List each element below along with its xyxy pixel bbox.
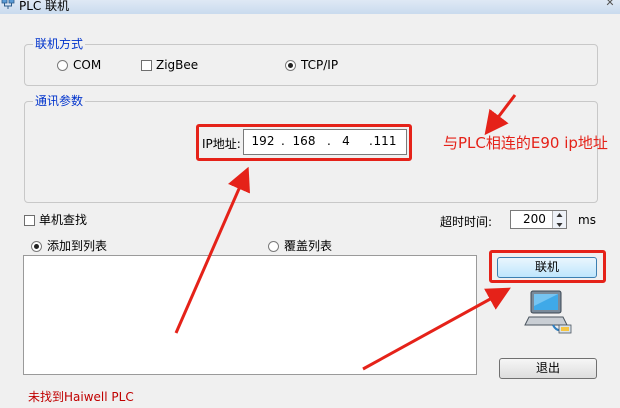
arrow-from-annotation — [484, 94, 517, 136]
plc-connect-window: PLC 联机 ✕ 联机方式 COM ZigBee TCP/IP 通讯参数 IP地… — [0, 0, 620, 408]
arrow-to-ip-box — [174, 166, 250, 334]
arrow-to-connect-button — [362, 287, 511, 371]
annotation-arrows — [174, 94, 517, 371]
